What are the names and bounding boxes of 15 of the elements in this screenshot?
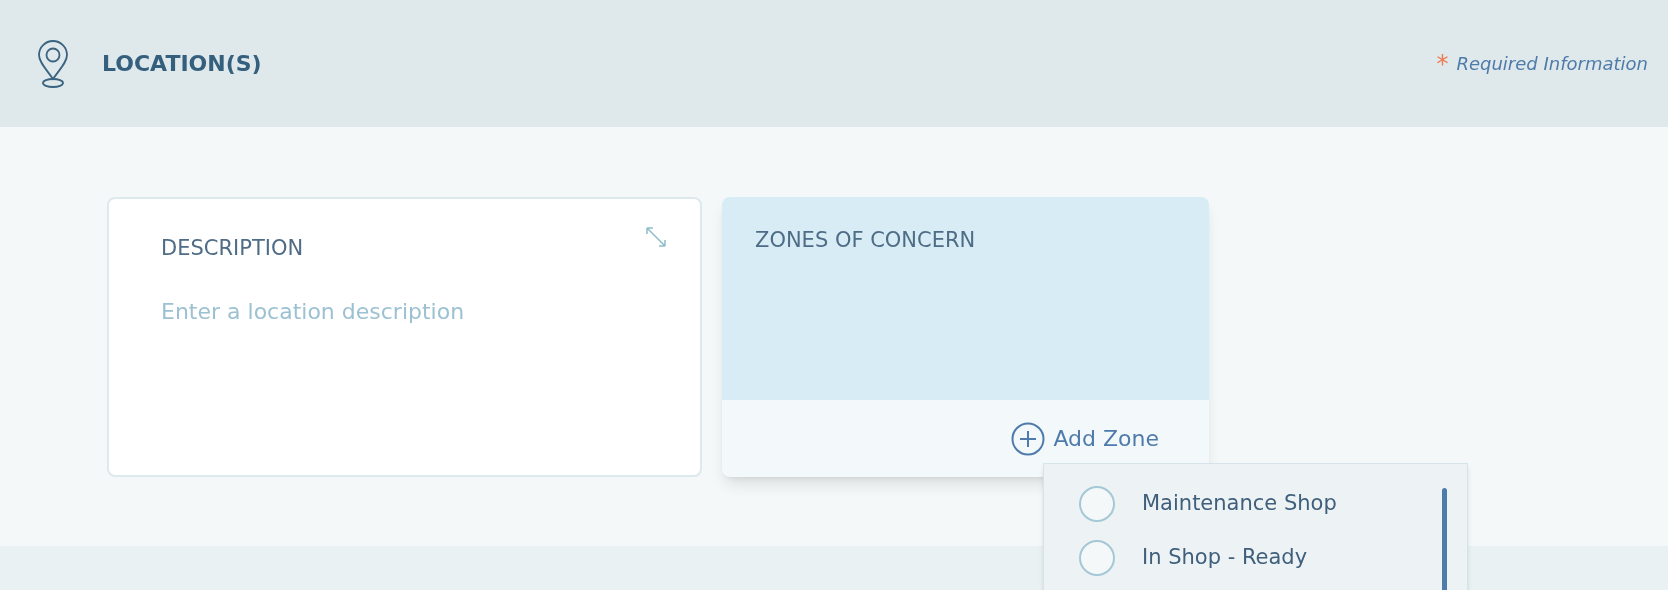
zone-option[interactable]: Maintenance Shop [1079,486,1467,522]
radio-button[interactable] [1079,486,1115,522]
scrollbar[interactable] [1442,488,1447,590]
zone-option[interactable]: In Shop - Ready [1079,540,1467,576]
zones-title: ZONES OF CONCERN [755,227,977,254]
expand-icon[interactable] [644,225,668,249]
radio-button[interactable] [1079,540,1115,576]
plus-circle-icon [1011,421,1046,456]
section-title: LOCATION(S) [102,50,262,78]
field-label: DESCRIPTION [161,235,305,262]
description-field[interactable]: Enter a location description [161,294,641,328]
required-note: Required Information [1456,52,1648,76]
required-asterisk: * [1436,51,1449,76]
add-zone-button[interactable]: Add Zone [1011,421,1159,456]
location-pin-icon [36,38,70,89]
